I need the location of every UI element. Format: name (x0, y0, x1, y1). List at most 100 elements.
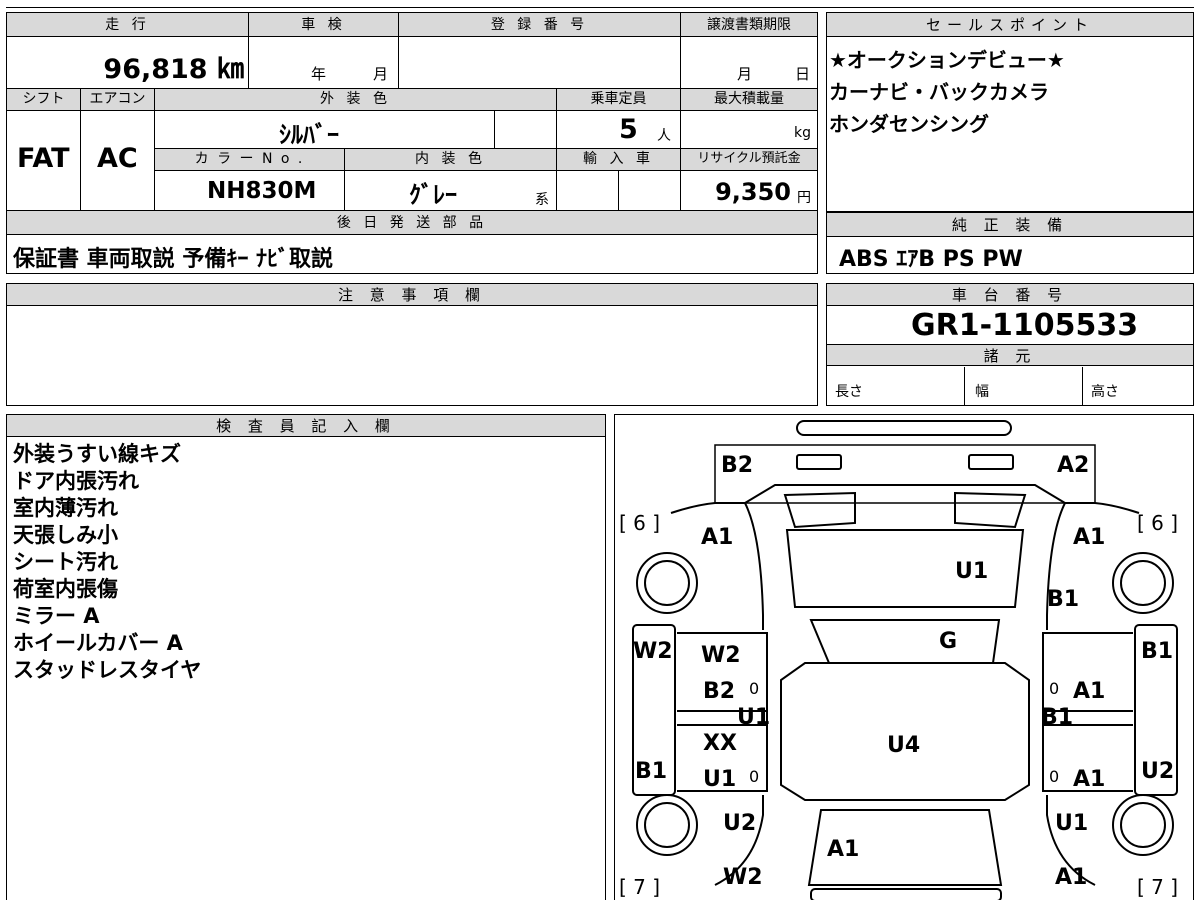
damage-center: U4 (887, 733, 921, 758)
spec-length-cell: 長さ (827, 367, 965, 405)
exterior-color-cell: ｼﾙﾊﾞｰ (155, 111, 495, 149)
inspector-block: 検 査 員 記 入 欄 外装うすい線キズ ドア内張汚れ 室内薄汚れ 天張しみ小 … (6, 414, 606, 900)
sales-point-block: セールスポイント ★オークションデビュー★ カーナビ・バックカメラ ホンダセンシ… (826, 12, 1194, 212)
recycle-unit: 円 (797, 190, 811, 206)
damage-left-xx: XX (703, 731, 737, 756)
aircon-value: AC (97, 143, 138, 174)
shift-label: シフト (7, 89, 81, 111)
spec-height-label: 高さ (1091, 384, 1119, 400)
inspection-month: 月 (373, 65, 389, 83)
sales-point-label: セールスポイント (827, 13, 1193, 37)
sales-point-3: ホンダセンシング (829, 112, 989, 136)
color-no-cell: NH830M (155, 171, 345, 211)
damage-right-a1-upper: A1 (1073, 679, 1106, 704)
mileage-value: 96,818 ㎞ (103, 54, 244, 85)
recycle-label: リサイクル預託金 (681, 149, 817, 171)
transfer-deadline-label: 譲渡書類期限 (681, 13, 817, 37)
damage-rear-left-u2: U2 (723, 811, 757, 836)
inspector-note: 天張しみ小 (13, 523, 118, 547)
interior-color-cell: ｸﾞﾚｰ 系 (345, 171, 557, 211)
specs-label: 諸 元 (827, 344, 1193, 366)
damage-rear-right-a1: A1 (1055, 865, 1088, 890)
damage-right-u2: U2 (1141, 759, 1175, 784)
genuine-equipment-label: 純 正 装 備 (827, 213, 1193, 237)
damage-right-pillar: B1 (1047, 587, 1080, 612)
max-load-unit: kg (794, 125, 811, 141)
color-no-label: カ ラ ー N o . (155, 149, 345, 171)
registration-cell (399, 37, 681, 89)
genuine-equipment-block: 純 正 装 備 ABS ｴｱB PS PW (826, 212, 1194, 274)
inspector-note: ドア内張汚れ (13, 469, 139, 493)
inspector-notes-list: 外装うすい線キズ ドア内張汚れ 室内薄汚れ 天張しみ小 シート汚れ 荷室内張傷 … (13, 441, 201, 684)
sales-point-2: カーナビ・バックカメラ (829, 80, 1049, 104)
inspector-note: ホイールカバー A (13, 631, 183, 655)
damage-left-u1-low: U1 (703, 767, 737, 792)
registration-label: 登 録 番 号 (399, 13, 681, 37)
exterior-color-label: 外 装 色 (155, 89, 557, 111)
color-no-value: NH830M (207, 178, 317, 204)
shift-cell: FAT (7, 111, 81, 211)
top-edge-strip (6, 0, 1194, 8)
inspector-note: スタッドレスタイヤ (13, 658, 202, 682)
spec-width-cell: 幅 (965, 367, 1083, 405)
damage-rear-left-w2: W2 (723, 865, 763, 890)
interior-color-value: ｸﾞﾚｰ (409, 181, 457, 209)
exterior-color-extra (495, 111, 557, 149)
import-label: 輸 入 車 (557, 149, 681, 171)
damage-left-door-b2: B2 (703, 679, 736, 704)
damage-rear-right-u1: U1 (1055, 811, 1089, 836)
bracket-top-right: [ 6 ] (1137, 511, 1179, 535)
spec-length-label: 長さ (835, 384, 863, 400)
chassis-no-label: 車 台 番 号 (827, 284, 1193, 306)
inspector-note: 室内薄汚れ (13, 496, 118, 520)
damage-front-left-fender: A1 (701, 525, 734, 550)
later-parts-value: 保証書 車両取説 予備ｷｰ ﾅﾋﾞ取説 (13, 247, 333, 272)
inspector-label: 検 査 員 記 入 欄 (7, 415, 605, 437)
inspector-note: ミラー A (13, 604, 100, 628)
vehicle-info-block: 走 行 車 検 登 録 番 号 譲渡書類期限 96,818 ㎞ 年 月 月 日 … (6, 12, 818, 274)
sales-point-1: ★オークションデビュー★ (829, 48, 1065, 72)
deadline-day: 日 (795, 65, 811, 83)
damage-right-b1-mid: B1 (1041, 705, 1074, 730)
damage-right-a1-low: A1 (1073, 767, 1106, 792)
capacity-unit: 人 (657, 128, 671, 144)
capacity-label: 乗車定員 (557, 89, 681, 111)
zero-marker: 0 (1049, 767, 1060, 786)
damage-top-right: A2 (1057, 453, 1090, 478)
recycle-cell: 9,350 円 (681, 171, 817, 211)
damage-left-u1-mid: U1 (737, 705, 771, 730)
zero-marker: 0 (1049, 679, 1060, 698)
later-parts-label: 後 日 発 送 部 品 (7, 211, 817, 235)
aircon-cell: AC (81, 111, 155, 211)
inspection-year: 年 (311, 65, 327, 83)
max-load-cell: kg (681, 111, 817, 149)
notes-block: 注 意 事 項 欄 (6, 283, 818, 406)
import-cell-b (619, 171, 681, 211)
bracket-bottom-right: [ 7 ] (1137, 875, 1179, 899)
inspection-label: 車 検 (249, 13, 399, 37)
damage-left-door-upper: W2 (701, 643, 741, 668)
interior-color-suffix: 系 (535, 192, 549, 208)
damage-left-b1: B1 (635, 759, 668, 784)
genuine-equipment-value: ABS ｴｱB PS PW (839, 247, 1023, 272)
inspector-note: 外装うすい線キズ (13, 442, 181, 466)
capacity-cell: 5 人 (557, 111, 681, 149)
damage-diagram-block: [ 6 ] [ 6 ] [ 7 ] [ 7 ] B2 A2 A1 A1 U1 B… (614, 414, 1194, 900)
damage-right-b1-side: B1 (1141, 639, 1174, 664)
shift-value: FAT (17, 143, 70, 174)
chassis-no-value: GR1-1105533 (911, 308, 1139, 343)
exterior-color-value: ｼﾙﾊﾞｰ (279, 121, 339, 149)
inspector-note: 荷室内張傷 (13, 577, 118, 601)
inspector-note: シート汚れ (13, 550, 118, 574)
recycle-value: 9,350 (715, 178, 791, 206)
spec-height-cell: 高さ (1083, 367, 1193, 405)
inspection-cell: 年 月 (249, 37, 399, 89)
aircon-label: エアコン (81, 89, 155, 111)
damage-glass: G (939, 629, 958, 654)
capacity-value: 5 (619, 114, 638, 145)
damage-left-side: W2 (633, 639, 673, 664)
damage-rear-center: A1 (827, 837, 860, 862)
damage-top-left: B2 (721, 453, 754, 478)
damage-front-right-fender: A1 (1073, 525, 1106, 550)
notes-label: 注 意 事 項 欄 (7, 284, 817, 306)
